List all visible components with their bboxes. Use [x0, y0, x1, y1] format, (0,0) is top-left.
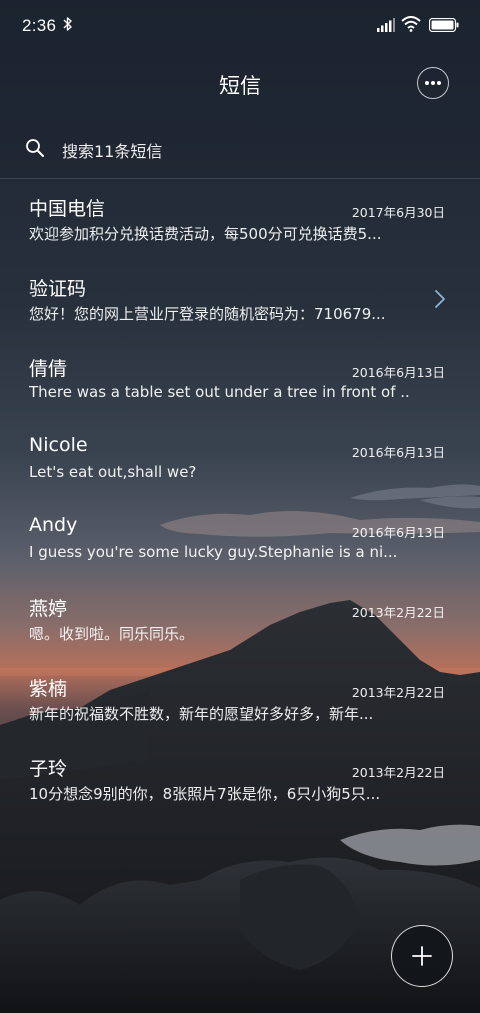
page-title: 短信	[219, 74, 261, 98]
status-time: 2:36	[22, 16, 57, 35]
conversation-preview: 新年的祝福数不胜数，新年的愿望好多好多，新年...	[29, 705, 374, 723]
search-bar[interactable]: 搜索11条短信	[0, 126, 480, 172]
divider	[0, 178, 480, 179]
conversation-name: 验证码	[29, 278, 87, 300]
conversation-name: Andy	[29, 514, 78, 536]
bluetooth-icon	[63, 16, 73, 36]
conversation-item[interactable]: 中国电信 2017年6月30日 欢迎参加积分兑换话费活动，每500分可兑换话费5…	[0, 180, 480, 260]
conversation-list: 中国电信 2017年6月30日 欢迎参加积分兑换话费活动，每500分可兑换话费5…	[0, 180, 480, 820]
conversation-name: 紫楠	[29, 678, 68, 700]
conversation-date: 2013年2月22日	[351, 605, 445, 620]
search-icon	[25, 138, 45, 162]
conversation-preview: Let's eat out,shall we?	[29, 463, 197, 481]
conversation-preview: 您好！您的网上营业厅登录的随机密码为：710679...	[29, 305, 386, 323]
conversation-name: 燕婷	[29, 598, 68, 620]
plus-icon	[411, 945, 433, 971]
conversation-date: 2017年6月30日	[351, 205, 445, 220]
conversation-date: 2013年2月22日	[351, 765, 445, 780]
conversation-preview: I guess you're some lucky guy.Stephanie …	[29, 543, 398, 561]
conversation-item[interactable]: 燕婷 2013年2月22日 嗯。收到啦。同乐同乐。	[0, 580, 480, 660]
conversation-item[interactable]: Andy 2016年6月13日 I guess you're some luck…	[0, 500, 480, 580]
compose-button[interactable]	[391, 925, 453, 987]
conversation-name: 倩倩	[29, 358, 68, 380]
conversation-item[interactable]: 子玲 2013年2月22日 10分想念9别的你，8张照片7张是你，6只小狗5只.…	[0, 740, 480, 820]
conversation-name: 中国电信	[29, 198, 106, 220]
conversation-preview: There was a table set out under a tree i…	[29, 383, 409, 401]
conversation-date: 2016年6月13日	[351, 445, 445, 460]
conversation-item[interactable]: 紫楠 2013年2月22日 新年的祝福数不胜数，新年的愿望好多好多，新年...	[0, 660, 480, 740]
chevron-right-icon	[434, 289, 446, 313]
conversation-name: 子玲	[29, 758, 68, 780]
more-options-button[interactable]	[417, 67, 449, 99]
search-input[interactable]: 搜索11条短信	[62, 138, 162, 162]
conversation-date: 2016年6月13日	[351, 525, 445, 540]
conversation-preview: 10分想念9别的你，8张照片7张是你，6只小狗5只...	[29, 785, 381, 803]
wifi-icon	[401, 16, 421, 36]
conversation-preview: 嗯。收到啦。同乐同乐。	[29, 625, 195, 643]
signal-icon	[377, 17, 395, 36]
conversation-date: 2013年2月22日	[351, 685, 445, 700]
battery-icon	[428, 17, 459, 36]
conversation-name: Nicole	[29, 434, 88, 456]
conversation-preview: 欢迎参加积分兑换话费活动，每500分可兑换话费5...	[29, 225, 382, 243]
status-bar: 2:36	[0, 0, 480, 52]
conversation-item[interactable]: Nicole 2016年6月13日 Let's eat out,shall we…	[0, 420, 480, 500]
conversation-item[interactable]: 倩倩 2016年6月13日 There was a table set out …	[0, 340, 480, 420]
conversation-item[interactable]: 验证码 您好！您的网上营业厅登录的随机密码为：710679...	[0, 260, 480, 340]
conversation-date: 2016年6月13日	[351, 365, 445, 380]
